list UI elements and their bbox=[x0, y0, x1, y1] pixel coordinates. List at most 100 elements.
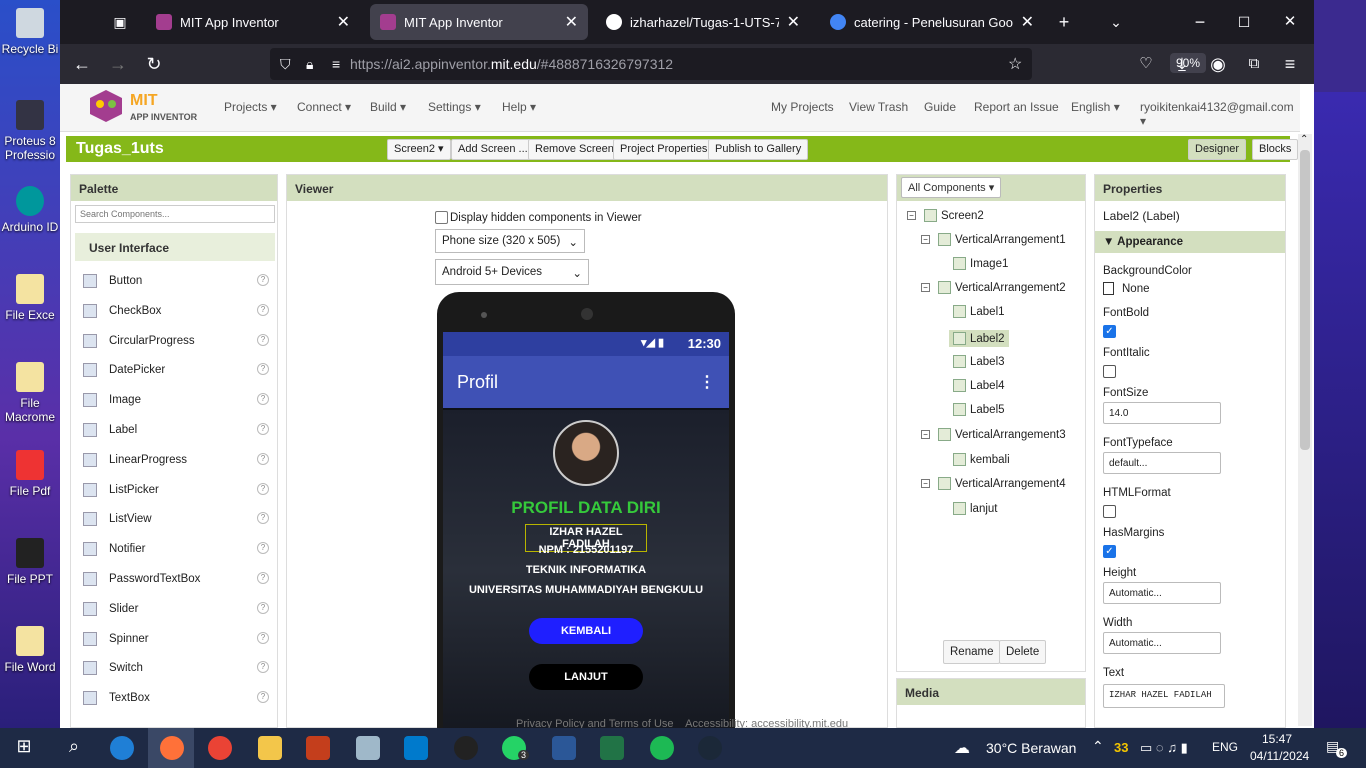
help-icon[interactable]: ? bbox=[257, 542, 269, 555]
desktop-icon-file-macro[interactable]: File Macrome bbox=[0, 362, 60, 424]
device-select[interactable]: Android 5+ Devices ⌄ bbox=[435, 259, 589, 285]
help-icon[interactable]: ? bbox=[257, 572, 269, 584]
menu-my-projects[interactable]: My Projects bbox=[771, 100, 834, 114]
palette-item-listpicker[interactable]: ListPicker? bbox=[83, 480, 269, 500]
palette-item-checkbox[interactable]: CheckBox? bbox=[83, 301, 269, 321]
typeface-input[interactable]: default... bbox=[1103, 452, 1221, 474]
palette-item-spinner[interactable]: Spinner? bbox=[83, 629, 269, 649]
tab-github[interactable]: izharhazel/Tugas-1-UTS-7.3 ✕ bbox=[596, 4, 810, 40]
tree-item-label1[interactable]: Label1 bbox=[953, 305, 1005, 318]
rename-button[interactable]: Rename bbox=[943, 640, 1001, 664]
account-icon[interactable]: ◉ bbox=[1206, 52, 1230, 76]
menu-connect[interactable]: Connect ▾ bbox=[297, 100, 351, 114]
publish-gallery-button[interactable]: Publish to Gallery bbox=[708, 139, 809, 160]
new-tab-icon[interactable]: + bbox=[1052, 10, 1076, 34]
designer-button[interactable]: Designer bbox=[1188, 139, 1247, 160]
notepad-icon[interactable] bbox=[356, 736, 380, 760]
screen-select-button[interactable]: Screen2 ▾ bbox=[387, 139, 451, 160]
tree-item-kembali[interactable]: kembali bbox=[953, 453, 1010, 466]
hidden-components-row[interactable]: Display hidden components in Viewer bbox=[435, 211, 642, 224]
tab-google[interactable]: catering - Penelusuran Google✕ bbox=[820, 4, 1044, 40]
excel-icon[interactable] bbox=[600, 736, 624, 760]
palette-item-textbox[interactable]: TextBox? bbox=[83, 688, 269, 708]
help-icon[interactable]: ? bbox=[257, 303, 269, 316]
help-icon[interactable]: ? bbox=[257, 363, 269, 376]
weather-icon[interactable]: ☁ bbox=[954, 738, 970, 758]
tree-item-image1[interactable]: Image1 bbox=[953, 257, 1008, 270]
palette-item-linearprogress[interactable]: LinearProgress? bbox=[83, 450, 269, 470]
collapse-icon[interactable]: − bbox=[921, 479, 930, 488]
desktop-icon-file-excel[interactable]: File Exce bbox=[0, 274, 60, 322]
help-icon[interactable]: ? bbox=[257, 482, 269, 495]
file-explorer-icon[interactable] bbox=[258, 736, 282, 760]
collapse-icon[interactable]: − bbox=[907, 211, 916, 220]
desktop-icon-file-word[interactable]: File Word bbox=[0, 626, 60, 674]
palette-item-datepicker[interactable]: DatePicker? bbox=[83, 360, 269, 380]
blocks-button[interactable]: Blocks bbox=[1252, 139, 1299, 160]
clock-date[interactable]: 04/11/2024 bbox=[1250, 749, 1309, 763]
chrome-icon[interactable] bbox=[208, 736, 232, 760]
menu-settings[interactable]: Settings ▾ bbox=[428, 100, 481, 114]
weather-text[interactable]: 30°C Berawan bbox=[986, 740, 1076, 756]
palette-item-passwordtextbox[interactable]: PasswordTextBox? bbox=[83, 569, 269, 589]
help-icon[interactable]: ? bbox=[257, 631, 269, 644]
components-dropdown[interactable]: All Components ▾ bbox=[901, 177, 1002, 198]
width-input[interactable]: Automatic... bbox=[1103, 632, 1221, 654]
remove-screen-button[interactable]: Remove Screen bbox=[528, 139, 621, 160]
tray-icons[interactable]: ▭ ◌ ♫ ▮ bbox=[1140, 740, 1188, 756]
tree-item-verticalarrangement1[interactable]: − VerticalArrangement1 bbox=[921, 233, 1066, 246]
page-scrollbar[interactable]: ⌃ bbox=[1298, 134, 1312, 726]
height-input[interactable]: Automatic... bbox=[1103, 582, 1221, 604]
chevron-up-icon[interactable]: ⌃ bbox=[1092, 738, 1104, 755]
menu-projects[interactable]: Projects ▾ bbox=[224, 100, 277, 114]
close-icon[interactable]: ✕ bbox=[787, 12, 800, 32]
tab-app-inventor-1[interactable]: MIT App Inventor ✕ bbox=[146, 4, 360, 40]
palette-search-input[interactable] bbox=[75, 205, 275, 223]
search-icon[interactable]: ⌕ bbox=[62, 736, 86, 760]
text-input[interactable]: IZHAR HAZEL FADILAH bbox=[1103, 684, 1225, 708]
palette-item-label[interactable]: Label? bbox=[83, 420, 269, 440]
palette-item-listview[interactable]: ListView? bbox=[83, 509, 269, 529]
pocket-icon[interactable]: ♡ bbox=[1134, 52, 1158, 76]
bookmark-star-icon[interactable]: ☆ bbox=[1008, 54, 1022, 74]
permissions-icon[interactable]: ≡ bbox=[332, 56, 340, 72]
scroll-thumb[interactable] bbox=[1300, 150, 1310, 450]
palette-item-switch[interactable]: Switch? bbox=[83, 658, 269, 678]
url-text[interactable]: https://ai2.appinventor.mit.edu/#4888716… bbox=[350, 56, 673, 72]
palette-item-notifier[interactable]: Notifier? bbox=[83, 539, 269, 559]
tree-item-verticalarrangement4[interactable]: − VerticalArrangement4 bbox=[921, 477, 1066, 490]
help-icon[interactable]: ? bbox=[257, 274, 269, 286]
help-icon[interactable]: ? bbox=[257, 512, 269, 525]
tab-app-inventor-2[interactable]: MIT App Inventor ✕ bbox=[370, 4, 588, 40]
menu-guide[interactable]: Guide bbox=[924, 100, 956, 114]
tab-list-icon[interactable]: ⌄ bbox=[1104, 10, 1128, 34]
clock-time[interactable]: 15:47 bbox=[1262, 732, 1292, 746]
scroll-up-icon[interactable]: ⌃ bbox=[1300, 134, 1308, 145]
footer-links[interactable]: Privacy Policy and Terms of Use Accessib… bbox=[516, 718, 848, 728]
tree-item-screen2[interactable]: − Screen2 bbox=[907, 209, 984, 222]
reload-icon[interactable]: ↻ bbox=[142, 52, 166, 76]
powerpoint-icon[interactable] bbox=[306, 736, 330, 760]
close-icon[interactable]: ✕ bbox=[337, 12, 350, 32]
menu-icon[interactable]: ≡ bbox=[1278, 52, 1302, 76]
palette-category[interactable]: User Interface bbox=[75, 233, 275, 261]
downloads-icon[interactable]: ⤓ bbox=[1170, 52, 1194, 76]
help-icon[interactable]: ? bbox=[257, 452, 269, 465]
spotify-icon[interactable] bbox=[650, 736, 674, 760]
menu-view-trash[interactable]: View Trash bbox=[849, 100, 908, 114]
tree-item-label3[interactable]: Label3 bbox=[953, 355, 1005, 368]
collapse-icon[interactable]: − bbox=[921, 430, 930, 439]
desktop-icon-file-ppt[interactable]: File PPT bbox=[0, 538, 60, 586]
back-icon[interactable]: ← bbox=[70, 52, 94, 76]
edge-icon[interactable] bbox=[110, 736, 134, 760]
menu-build[interactable]: Build ▾ bbox=[370, 100, 406, 114]
kembali-button[interactable]: KEMBALI bbox=[529, 618, 643, 644]
shield-icon[interactable]: ⛉ bbox=[280, 56, 291, 73]
desktop-icon-proteus[interactable]: Proteus 8 Professio bbox=[0, 100, 60, 162]
fontitalic-checkbox[interactable] bbox=[1103, 365, 1116, 378]
desktop-icon-arduino[interactable]: Arduino ID bbox=[0, 186, 60, 234]
word-icon[interactable] bbox=[552, 736, 576, 760]
hasmargins-checkbox[interactable]: ✓ bbox=[1103, 545, 1116, 558]
project-properties-button[interactable]: Project Properties bbox=[613, 139, 715, 160]
collapse-icon[interactable]: − bbox=[921, 283, 930, 292]
